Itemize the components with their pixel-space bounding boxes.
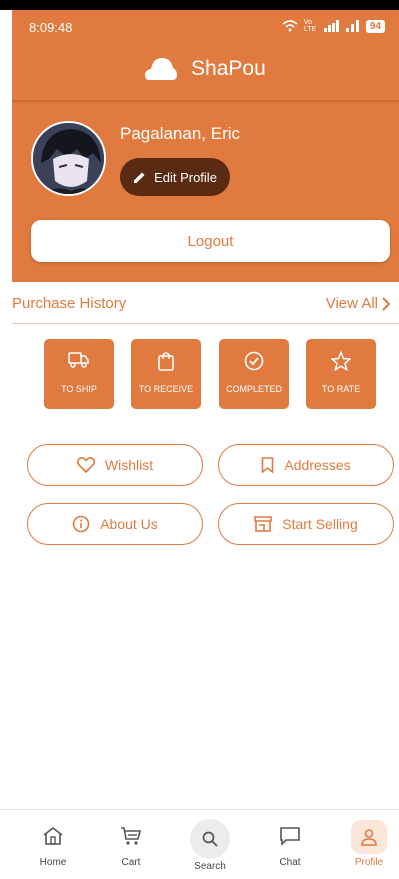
nav-profile-label: Profile xyxy=(354,857,384,868)
nav-search[interactable]: Search xyxy=(175,811,245,879)
truck-icon xyxy=(68,352,89,368)
search-icon xyxy=(202,831,218,847)
network-label: Vo LTE xyxy=(303,19,317,33)
order-to-receive-button[interactable]: TO RECEIVE xyxy=(131,339,201,409)
chevron-right-icon xyxy=(382,296,391,311)
purchase-history-divider xyxy=(12,323,399,324)
app-brand: ShaPou xyxy=(12,56,399,82)
home-icon xyxy=(43,826,63,845)
order-completed-button[interactable]: COMPLETED xyxy=(219,339,289,409)
shopping-bag-icon xyxy=(158,352,174,371)
signal-icon xyxy=(323,20,339,32)
edit-profile-label: Edit Profile xyxy=(154,169,217,185)
app-name: ShaPou xyxy=(191,57,266,80)
bottom-nav-divider xyxy=(0,809,399,810)
addresses-button[interactable]: Addresses xyxy=(218,444,394,486)
order-to-ship-button[interactable]: TO SHIP xyxy=(44,339,114,409)
pencil-icon xyxy=(134,172,145,183)
addresses-label: Addresses xyxy=(284,457,351,473)
order-to-rate-button[interactable]: TO RATE xyxy=(306,339,376,409)
about-us-button[interactable]: About Us xyxy=(27,503,203,545)
wishlist-label: Wishlist xyxy=(104,457,154,473)
info-icon xyxy=(72,515,90,533)
avatar-image xyxy=(33,123,104,194)
status-icons: Vo LTE 94 xyxy=(282,19,385,33)
start-selling-label: Start Selling xyxy=(282,516,358,532)
logout-button[interactable]: Logout xyxy=(31,220,390,262)
order-label: TO RATE xyxy=(321,384,361,394)
storefront-icon xyxy=(254,516,273,532)
logout-label: Logout xyxy=(187,232,234,250)
search-circle xyxy=(190,819,230,859)
nav-search-label: Search xyxy=(194,861,226,872)
status-time: 8:09:48 xyxy=(29,20,73,35)
order-label: COMPLETED xyxy=(225,384,282,394)
purchase-history-title: Purchase History xyxy=(12,295,127,312)
profile-active-pill xyxy=(351,820,387,854)
battery-badge: 94 xyxy=(365,19,385,33)
order-label: TO RECEIVE xyxy=(138,384,194,394)
status-bar: 8:09:48 Vo LTE 94 xyxy=(12,10,399,46)
nav-chat[interactable]: Chat xyxy=(255,811,325,879)
order-label: TO SHIP xyxy=(61,384,97,394)
about-us-label: About Us xyxy=(100,516,158,532)
profile-name: Pagalanan, Eric xyxy=(120,124,241,143)
system-top-bar xyxy=(0,0,399,10)
nav-cart[interactable]: Cart xyxy=(96,811,166,879)
nav-home[interactable]: Home xyxy=(18,811,88,879)
star-icon xyxy=(331,351,351,371)
person-icon xyxy=(361,829,377,846)
cloud-logo-icon xyxy=(145,58,178,80)
nav-profile[interactable]: Profile xyxy=(334,811,399,879)
nav-chat-label: Chat xyxy=(279,857,301,868)
wifi-icon xyxy=(282,20,298,32)
signal-icon-2 xyxy=(345,20,359,32)
chat-icon xyxy=(280,827,300,846)
cart-icon xyxy=(121,827,142,845)
heart-icon xyxy=(76,457,95,473)
nav-home-label: Home xyxy=(39,857,67,868)
profile-header: 8:09:48 Vo LTE 94 ShaPou Pagalanan, Eric… xyxy=(12,10,399,282)
avatar[interactable] xyxy=(31,121,106,196)
view-all-link[interactable]: View All xyxy=(326,295,391,312)
edit-profile-button[interactable]: Edit Profile xyxy=(120,158,230,196)
header-divider xyxy=(12,100,399,104)
start-selling-button[interactable]: Start Selling xyxy=(218,503,394,545)
bookmark-icon xyxy=(262,457,274,473)
purchase-history-row: Purchase History View All xyxy=(12,291,399,317)
view-all-label: View All xyxy=(325,295,378,312)
nav-cart-label: Cart xyxy=(121,857,141,868)
check-circle-icon xyxy=(244,351,264,371)
wishlist-button[interactable]: Wishlist xyxy=(27,444,203,486)
